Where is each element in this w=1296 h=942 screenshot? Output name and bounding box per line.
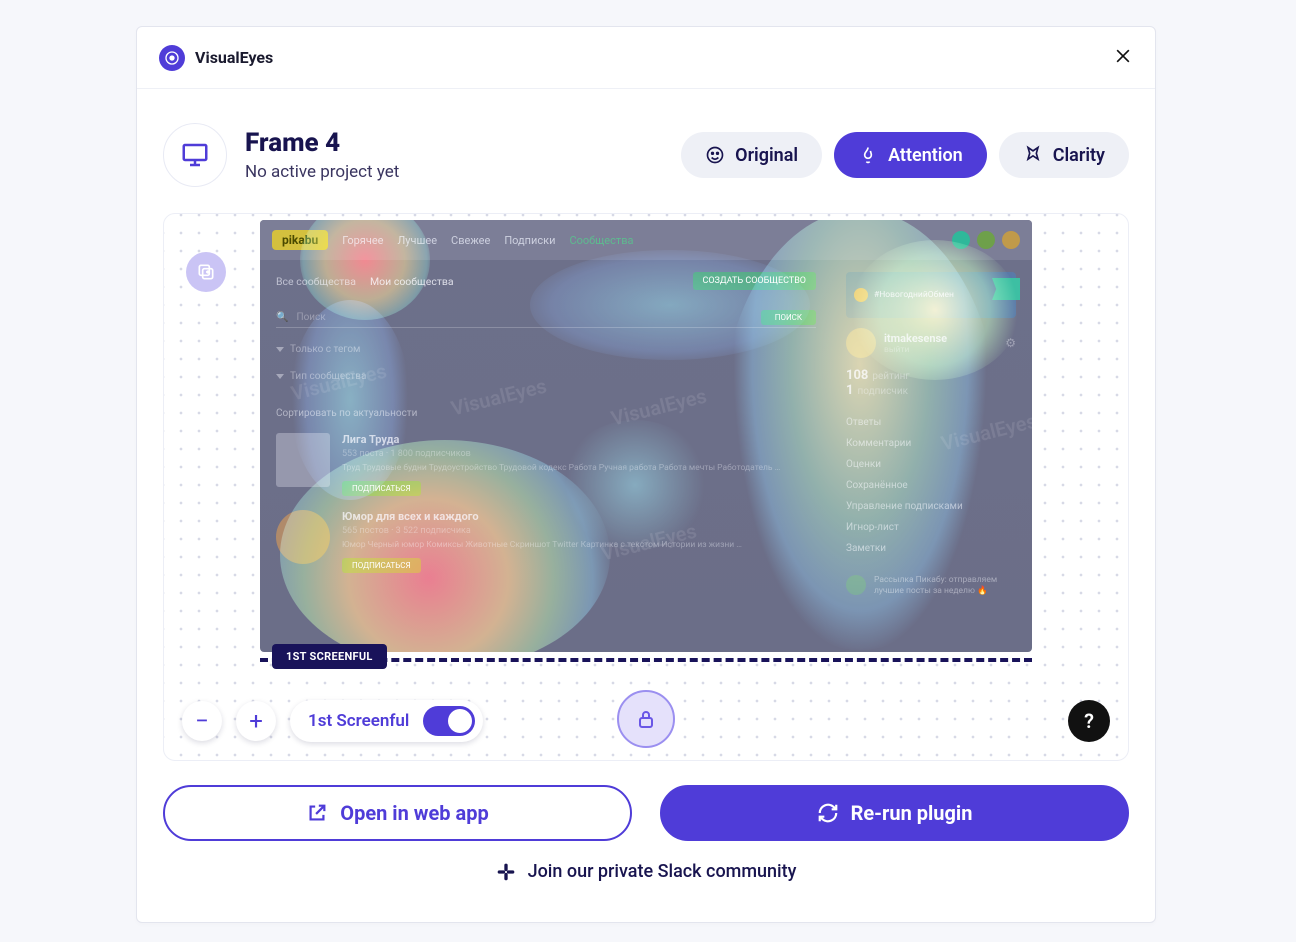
tab-attention-label: Attention: [888, 145, 963, 166]
app-logo: [159, 45, 185, 71]
tab-clarity[interactable]: Clarity: [999, 132, 1129, 178]
topbar: VisualEyes: [137, 27, 1155, 89]
zoom-in-button[interactable]: +: [236, 701, 276, 741]
frame-title: Frame 4: [245, 128, 399, 158]
app-name: VisualEyes: [195, 48, 273, 67]
lock-button[interactable]: [617, 690, 675, 748]
slack-link[interactable]: Join our private Slack community: [163, 861, 1129, 904]
site-brand: pikabu: [272, 230, 328, 250]
rerun-label: Re-run plugin: [851, 801, 973, 825]
site-topbar: pikabu Горячее Лучшее Свежее Подписки Со…: [260, 220, 1032, 260]
screenful-badge: 1ST SCREENFUL: [272, 644, 387, 669]
screenful-toggle-label: 1st Screenful: [308, 711, 409, 731]
slack-label: Join our private Slack community: [528, 861, 797, 882]
zoom-out-button[interactable]: −: [182, 701, 222, 741]
attention-heatmap-preview: pikabu Горячее Лучшее Свежее Подписки Со…: [260, 220, 1032, 652]
toggle-switch-on[interactable]: [423, 706, 475, 736]
view-tabs: Original Attention Clarity: [681, 132, 1129, 178]
plugin-window: VisualEyes Frame 4 No active project yet…: [136, 26, 1156, 923]
device-desktop-icon: [163, 123, 227, 187]
open-label: Open in web app: [340, 801, 488, 825]
screenful-toggle[interactable]: 1st Screenful: [290, 700, 483, 742]
tab-clarity-label: Clarity: [1053, 145, 1105, 166]
action-row: Open in web app Re-run plugin: [163, 785, 1129, 841]
header-row: Frame 4 No active project yet Original A…: [163, 123, 1129, 187]
preview-canvas: pikabu Горячее Лучшее Свежее Подписки Со…: [163, 213, 1129, 761]
rerun-plugin-button[interactable]: Re-run plugin: [660, 785, 1129, 841]
zoom-controls: − + 1st Screenful: [182, 700, 483, 742]
tab-original[interactable]: Original: [681, 132, 822, 178]
open-in-web-app-button[interactable]: Open in web app: [163, 785, 632, 841]
site-body: Все сообщества Мои сообщества СОЗДАТЬ СО…: [260, 260, 1032, 652]
tab-attention[interactable]: Attention: [834, 132, 987, 178]
title-block: Frame 4 No active project yet: [245, 128, 399, 182]
help-button[interactable]: ?: [1068, 700, 1110, 742]
tab-original-label: Original: [735, 145, 798, 166]
frame-subtitle: No active project yet: [245, 162, 399, 182]
copy-image-button[interactable]: [186, 252, 226, 292]
close-button[interactable]: [1113, 46, 1133, 70]
slack-icon: [496, 862, 516, 882]
content: Frame 4 No active project yet Original A…: [137, 89, 1155, 922]
